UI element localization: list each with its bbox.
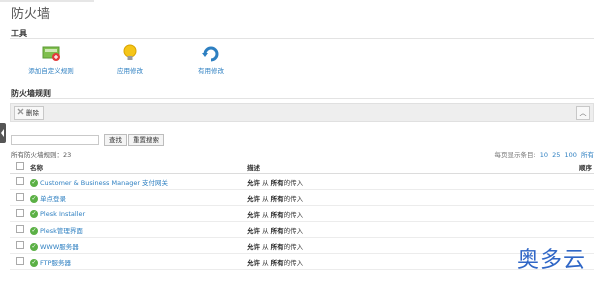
top-divider [0,0,94,2]
desc-action: 允许 [247,178,260,187]
desc-source: 所有 [270,226,284,235]
add-custom-rule-label: 添加自定义规则 [28,67,74,75]
desc-action: 允许 [247,210,260,219]
desc-from: 从 [260,178,271,187]
row-checkbox[interactable] [16,240,24,249]
desc-source: 所有 [270,178,284,187]
table-header-row: 名称 描述 顺序 [10,161,594,174]
desc-source: 所有 [270,242,284,251]
useful-changes-label: 有用修改 [198,67,224,75]
table-row: ✓ WWW服务器 允许 从 所有的传入 [10,237,594,254]
desc-source: 所有 [270,258,284,267]
select-all-checkbox[interactable] [16,162,24,170]
row-checkbox[interactable] [16,256,24,265]
rules-table: 名称 描述 顺序 ✓ Customer & Business Manager 支付… [10,161,594,270]
desc-direction: 的传入 [283,178,304,187]
per-page-label: 每页显示条目: [494,151,536,159]
per-page-25[interactable]: 25 [552,151,560,159]
lightbulb-icon [120,44,140,62]
chevron-up-icon[interactable]: ︿ [576,106,590,120]
rule-name-link[interactable]: 单点登录 [40,195,66,203]
reset-search-button[interactable]: 重置搜索 [128,134,164,146]
watermark-logo: 奥多云 [516,248,586,273]
desc-direction: 的传入 [283,194,304,203]
desc-direction: 的传入 [283,258,304,267]
desc-direction: 的传入 [283,210,304,219]
side-collapse-handle[interactable] [0,123,6,143]
tools-divider [10,38,594,39]
rule-description: 允许 从 所有的传入 [247,205,552,222]
refresh-icon [201,44,221,62]
desc-from: 从 [260,210,271,219]
rule-name-link[interactable]: Plesk Installer [40,210,85,218]
row-checkbox[interactable] [16,176,24,185]
desc-direction: 的传入 [283,226,304,235]
enabled-check-icon: ✓ [30,194,38,203]
desc-source: 所有 [270,210,284,219]
table-row: ✓ FTP服务器 允许 从 所有的传入 [10,253,594,270]
desc-direction: 的传入 [283,242,304,251]
useful-changes-button[interactable]: 有用修改 [176,44,246,75]
enabled-check-icon: ✓ [30,258,38,267]
search-input[interactable] [11,135,99,145]
delete-button[interactable]: 删除 [14,106,44,120]
rule-name-link[interactable]: FTP服务器 [40,259,71,267]
rule-description: 允许 从 所有的传入 [247,189,552,206]
desc-from: 从 [260,258,271,267]
rule-description: 允许 从 所有的传入 [247,221,552,238]
rules-toolbar: 删除 ︿ [10,103,594,122]
delete-icon [17,107,24,119]
search-button[interactable]: 查找 [104,134,127,146]
per-page-10[interactable]: 10 [540,151,548,159]
row-checkbox[interactable] [16,192,24,201]
desc-action: 允许 [247,194,260,203]
desc-from: 从 [260,194,271,203]
per-page-100[interactable]: 100 [565,151,577,159]
per-page-all[interactable]: 所有 [581,151,594,159]
add-custom-rule-button[interactable]: 添加自定义规则 [16,44,86,75]
table-row: ✓ Plesk Installer 允许 从 所有的传入 [10,205,594,222]
table-row: ✓ Plesk管理界面 允许 从 所有的传入 [10,221,594,238]
column-name: 名称 [30,161,247,174]
column-order: 顺序 [552,161,594,174]
rule-description: 允许 从 所有的传入 [247,173,552,190]
page-title: 防火墙 [11,7,51,22]
row-checkbox[interactable] [16,208,24,217]
enabled-check-icon: ✓ [30,209,38,218]
apply-changes-button[interactable]: 应用修改 [95,44,165,75]
enabled-check-icon: ✓ [30,178,38,187]
enabled-check-icon: ✓ [30,226,38,235]
rule-description: 允许 从 所有的传入 [247,253,552,270]
table-row: ✓ 单点登录 允许 从 所有的传入 [10,189,594,206]
desc-action: 允许 [247,258,260,267]
apply-changes-label: 应用修改 [117,67,143,75]
rule-name-link[interactable]: WWW服务器 [40,243,79,251]
rule-name-link[interactable]: Customer & Business Manager 支付网关 [40,179,168,187]
rules-divider [10,98,594,99]
rule-description: 允许 从 所有的传入 [247,237,552,254]
desc-from: 从 [260,242,271,251]
table-row: ✓ Customer & Business Manager 支付网关 允许 从 所有… [10,173,594,190]
delete-label: 删除 [26,109,39,117]
desc-source: 所有 [270,194,284,203]
row-checkbox[interactable] [16,224,24,233]
column-description: 描述 [247,161,552,174]
desc-action: 允许 [247,242,260,251]
desc-action: 允许 [247,226,260,235]
rule-name-link[interactable]: Plesk管理界面 [40,227,83,235]
desc-from: 从 [260,226,271,235]
enabled-check-icon: ✓ [30,242,38,251]
per-page-selector: 每页显示条目: 10 25 100 所有 [495,149,595,159]
add-rule-icon [41,44,61,62]
rules-count: 所有防火墙规则：23 [11,151,72,159]
